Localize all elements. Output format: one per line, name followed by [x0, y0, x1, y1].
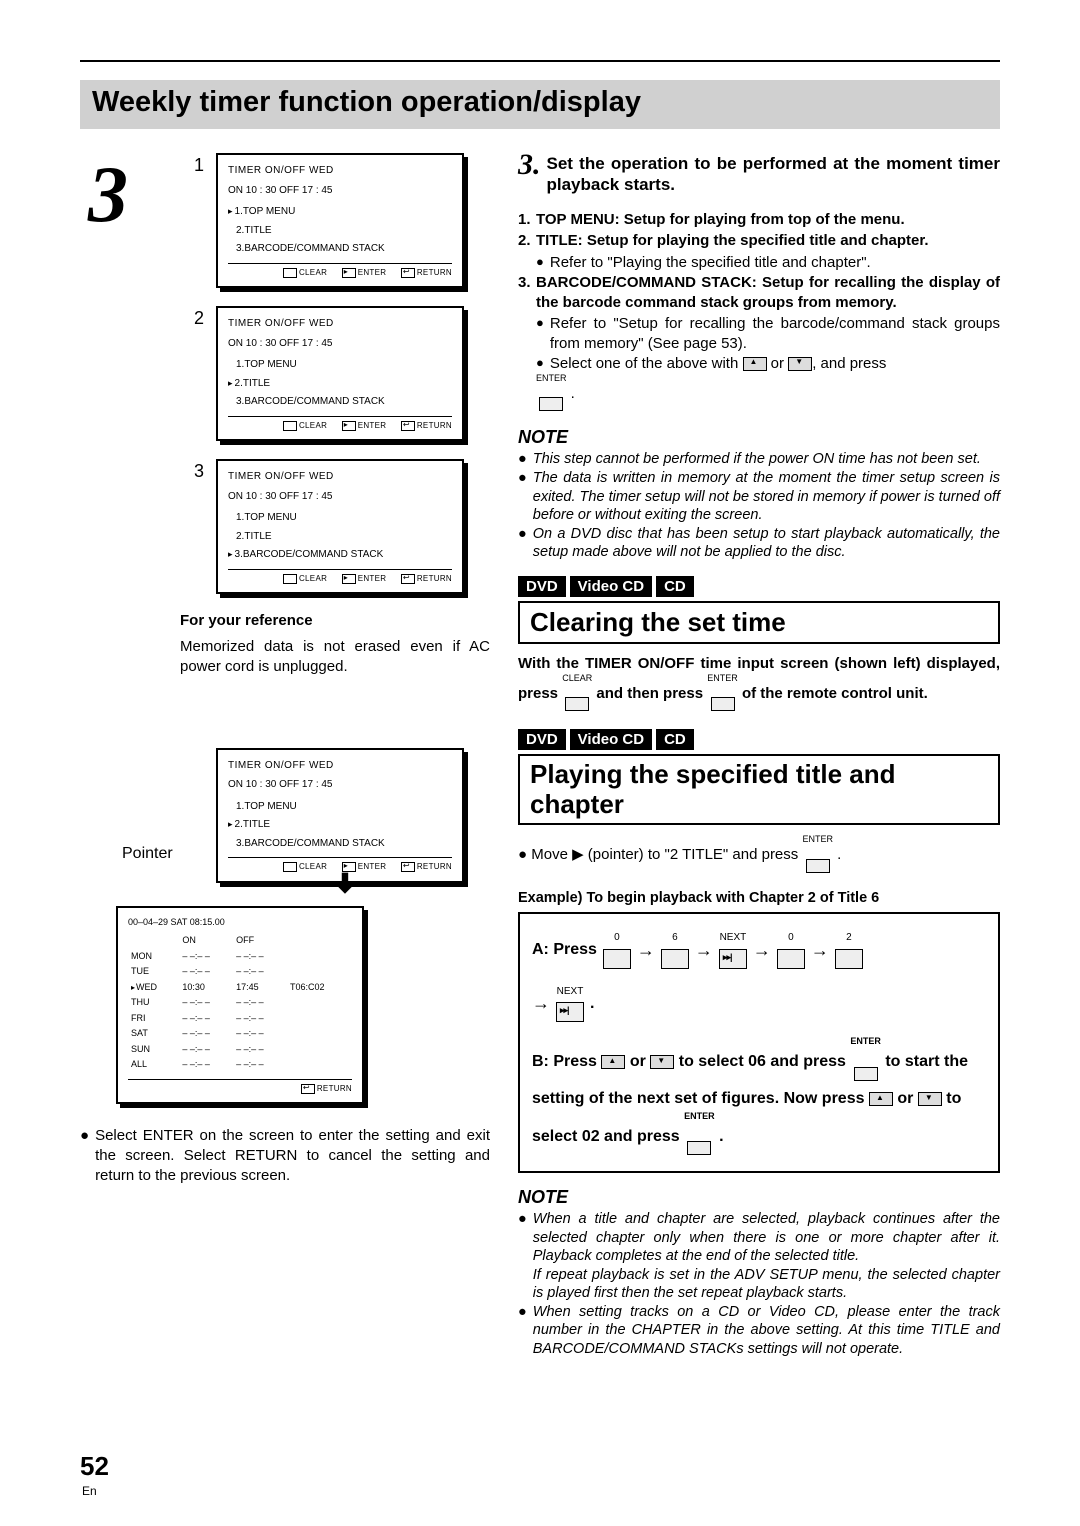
bullet-icon: ●	[80, 1126, 89, 1187]
enter-button-icon	[854, 1067, 878, 1081]
move-pointer-text: ● Move ▶ (pointer) to "2 TITLE" and pres…	[518, 835, 1000, 876]
enter-button-icon	[539, 397, 563, 411]
note-heading-1: NOTE	[518, 427, 1000, 448]
enter-button-icon	[806, 859, 830, 873]
down-button-icon	[918, 1092, 942, 1106]
below-weekly-text: Select ENTER on the screen to enter the …	[95, 1126, 490, 1187]
next-button-icon	[719, 949, 747, 969]
osd-number: 1	[180, 155, 204, 176]
osd-number: 2	[180, 308, 204, 329]
enter-button-icon	[711, 697, 735, 711]
for-your-reference-heading: For your reference	[180, 612, 490, 629]
section-playing-heading: Playing the specified title and chapter	[518, 754, 1000, 826]
step-number-large: 3	[88, 150, 128, 241]
language-code: En	[82, 1484, 97, 1498]
down-button-icon	[788, 357, 812, 371]
example-box: A: Press 0 → 6 → NEXT → 0 → 2 → NEXT .	[518, 912, 1000, 1173]
osd-number: 3	[180, 461, 204, 482]
media-chip: CD	[656, 729, 694, 750]
up-button-icon	[743, 357, 767, 371]
num-button-icon	[603, 949, 631, 969]
num-button-icon	[777, 949, 805, 969]
num-button-icon	[661, 949, 689, 969]
page-title: Weekly timer function operation/display	[92, 86, 988, 119]
page-title-bar: Weekly timer function operation/display	[80, 80, 1000, 129]
media-chip: Video CD	[570, 729, 652, 750]
media-chip: DVD	[518, 729, 566, 750]
section-clearing-heading: Clearing the set time	[518, 601, 1000, 644]
next-button-icon	[556, 1002, 584, 1022]
weekly-table-screen: 00–04–29 SAT 08:15.00 ONOFFMON– –:– –– –…	[116, 906, 364, 1104]
step3-number: 3.	[518, 153, 541, 196]
media-chip: DVD	[518, 576, 566, 597]
up-button-icon	[869, 1092, 893, 1106]
num-button-icon	[835, 949, 863, 969]
clear-button-icon	[565, 697, 589, 711]
step3-text: Set the operation to be performed at the…	[547, 153, 1001, 196]
enter-button-icon	[687, 1141, 711, 1155]
example-heading: Example) To begin playback with Chapter …	[518, 890, 1000, 906]
down-button-icon	[650, 1055, 674, 1069]
up-button-icon	[601, 1055, 625, 1069]
page-number: 52	[80, 1451, 109, 1482]
clearing-paragraph: With the TIMER ON/OFF time input screen …	[518, 654, 1000, 715]
media-chip: Video CD	[570, 576, 652, 597]
osd-screen: TIMER ON/OFF WEDON 10 : 30 OFF 17 : 451.…	[216, 153, 464, 288]
osd-screen: TIMER ON/OFF WEDON 10 : 30 OFF 17 : 451.…	[216, 459, 464, 594]
media-chip: CD	[656, 576, 694, 597]
example-a-label: A: Press	[532, 938, 597, 963]
osd-screen-4: TIMER ON/OFF WEDON 10 : 30 OFF 17 : 451.…	[216, 748, 464, 883]
osd-screen: TIMER ON/OFF WEDON 10 : 30 OFF 17 : 451.…	[216, 306, 464, 441]
note-heading-2: NOTE	[518, 1187, 1000, 1208]
for-your-reference-text: Memorized data is not erased even if AC …	[180, 637, 490, 678]
